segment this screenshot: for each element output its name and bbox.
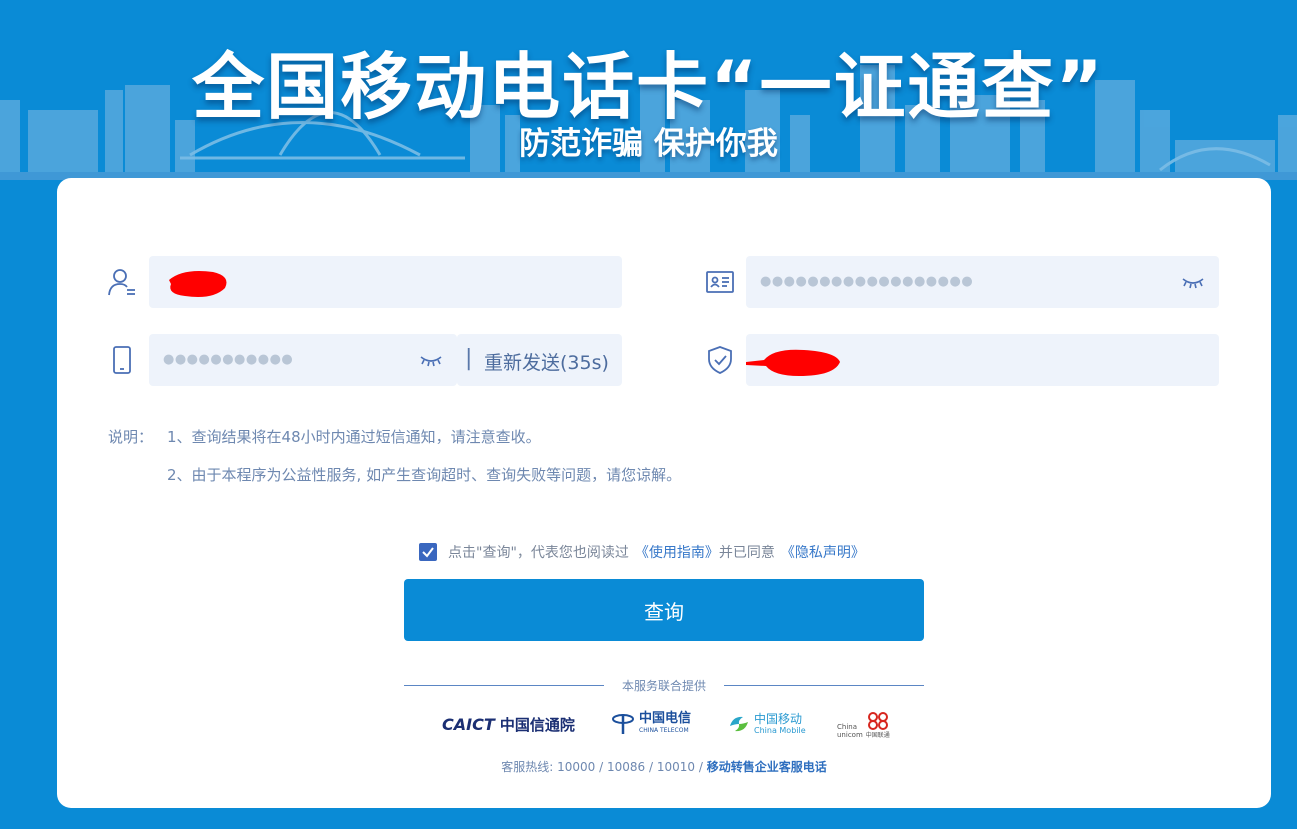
providers-heading: 本服务联合提供 — [621, 679, 706, 693]
caict-logo-mark: CAICT — [442, 715, 495, 734]
query-form-card: ●●●●●●●●●●●●●●●●●● ●●●●●●●●●●● | 重新发送(35… — [57, 178, 1271, 808]
eye-closed-icon[interactable] — [419, 353, 443, 367]
china-mobile-en: China Mobile — [754, 726, 806, 735]
china-unicom-name: 中国联通 — [865, 732, 890, 739]
china-telecom-logo: 中国电信 CHINA TELECOM — [611, 710, 691, 736]
china-unicom-knot-icon — [867, 712, 888, 730]
china-mobile-emblem-icon — [730, 716, 748, 732]
name-redaction-mark — [169, 271, 227, 297]
id-card-icon — [705, 267, 735, 297]
code-redaction-mark — [746, 349, 840, 376]
id-number-masked-value: ●●●●●●●●●●●●●●●●●● — [760, 274, 974, 289]
mobile-phone-icon — [107, 345, 137, 375]
china-unicom-en-1: China — [837, 723, 857, 731]
note-item-1: 1、查询结果将在48小时内通过短信通知，请注意查收。 — [167, 428, 541, 446]
user-icon — [107, 267, 137, 297]
eye-closed-icon[interactable] — [1181, 275, 1205, 289]
page-subtitle: 防范诈骗 保护你我 — [519, 126, 778, 162]
phone-masked-value: ●●●●●●●●●●● — [163, 352, 294, 367]
china-telecom-name: 中国电信 — [639, 711, 692, 726]
resend-code-button[interactable]: 重新发送(35s) — [484, 348, 609, 375]
verification-code-input[interactable] — [746, 334, 1219, 386]
china-unicom-logo: China unicom 中国联通 — [837, 710, 891, 739]
checkmark-icon — [422, 547, 434, 558]
notes-label: 说明： — [108, 428, 154, 446]
caict-logo-name: 中国信通院 — [499, 716, 575, 734]
china-mobile-name: 中国移动 — [754, 712, 803, 726]
resend-code-area: | 重新发送(35s) — [457, 334, 622, 386]
agreement-text: 点击"查询"，代表您也阅读过 — [448, 545, 629, 561]
mvno-hotline-link[interactable]: 移动转售企业客服电话 — [707, 760, 827, 774]
top-banner: 全国移动电话卡“一证通查” 防范诈骗 保护你我 — [0, 0, 1297, 180]
china-telecom-en: CHINA TELECOM — [639, 727, 689, 734]
privacy-statement-link[interactable]: 《隐私声明》 — [781, 542, 865, 562]
query-button[interactable]: 查询 — [404, 579, 924, 641]
china-mobile-logo: 中国移动 China Mobile — [727, 712, 806, 736]
agreement-and-text: 并已同意 — [718, 545, 775, 561]
agreement-row: 点击"查询"，代表您也阅读过 《使用指南》 并已同意 《隐私声明》 — [419, 542, 865, 562]
agreement-checkbox[interactable] — [419, 543, 437, 561]
hotline-numbers: 客服热线: 10000 / 10086 / 10010 / — [501, 760, 703, 774]
usage-guide-link[interactable]: 《使用指南》 — [635, 542, 719, 562]
caict-logo: CAICT 中国信通院 — [442, 714, 575, 735]
note-item-2: 2、由于本程序为公益性服务, 如产生查询超时、查询失败等问题，请您谅解。 — [167, 466, 682, 484]
id-number-input[interactable]: ●●●●●●●●●●●●●●●●●● — [746, 256, 1219, 308]
name-input[interactable] — [149, 256, 622, 308]
phone-input[interactable]: ●●●●●●●●●●● — [149, 334, 457, 386]
shield-check-icon — [705, 345, 735, 375]
china-unicom-en-2: unicom — [837, 731, 863, 739]
resend-separator: | — [465, 346, 473, 371]
customer-hotline: 客服热线: 10000 / 10086 / 10010 / 移动转售企业客服电话 — [57, 758, 1271, 775]
china-telecom-emblem-icon — [612, 714, 634, 734]
provider-divider-right — [724, 685, 924, 686]
